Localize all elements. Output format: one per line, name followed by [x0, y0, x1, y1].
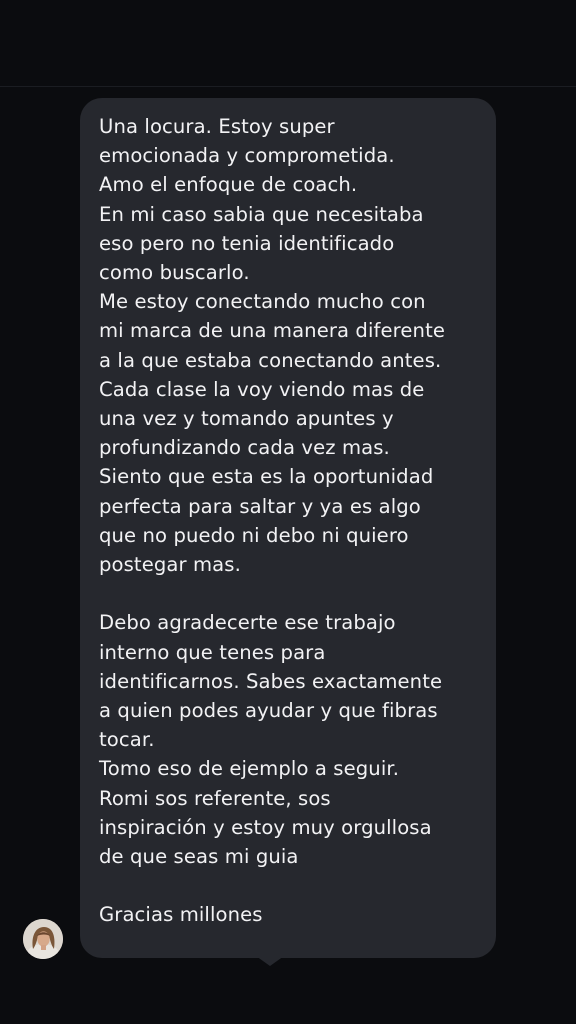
message-line: a la que estaba conectando antes.	[99, 348, 442, 372]
chat-screen: Una locura. Estoy super emocionada y com…	[0, 0, 576, 1024]
message-line: Romi sos referente, sos	[99, 786, 331, 810]
message-line: una vez y tomando apuntes y	[99, 407, 394, 431]
message-line: postegar mas.	[99, 553, 241, 577]
message-line: inspiración y estoy muy orgullosa	[99, 815, 432, 839]
message-bubble[interactable]: Una locura. Estoy super emocionada y com…	[80, 98, 496, 958]
message-line: Siento que esta es la oportunidad	[99, 465, 434, 489]
message-line: Tomo eso de ejemplo a seguir.	[99, 757, 400, 781]
message-line: identificarnos. Sabes exactamente	[99, 669, 443, 693]
message-line: tocar.	[99, 728, 155, 752]
message-line: eso pero no tenia identificado	[99, 231, 395, 255]
message-line: Amo el enfoque de coach.	[99, 173, 358, 197]
message-line: emocionada y comprometida.	[99, 144, 395, 168]
message-line: profundizando cada vez mas.	[99, 436, 390, 460]
sender-avatar[interactable]	[23, 919, 63, 959]
avatar-photo-icon	[23, 919, 63, 959]
message-line: Una locura. Estoy super	[99, 115, 335, 138]
message-line: que no puedo ni debo ni quiero	[99, 523, 409, 547]
message-line: mi marca de una manera diferente	[99, 319, 446, 343]
header-divider	[0, 86, 576, 87]
message-line: En mi caso sabia que necesitaba	[99, 202, 424, 226]
message-line: interno que tenes para	[99, 640, 326, 664]
message-line: Debo agradecerte ese trabajo	[99, 611, 396, 635]
message-line: de que seas mi guia	[99, 845, 299, 869]
message-line: perfecta para saltar y ya es algo	[99, 494, 421, 518]
bubble-tail	[256, 956, 284, 966]
message-line: Gracias millones	[99, 903, 263, 927]
message-line: a quien podes ayudar y que fibras	[99, 699, 438, 723]
message-line: Me estoy conectando mucho con	[99, 290, 426, 314]
message-line: Cada clase la voy viendo mas de	[99, 377, 425, 401]
message-line: como buscarlo.	[99, 261, 250, 285]
